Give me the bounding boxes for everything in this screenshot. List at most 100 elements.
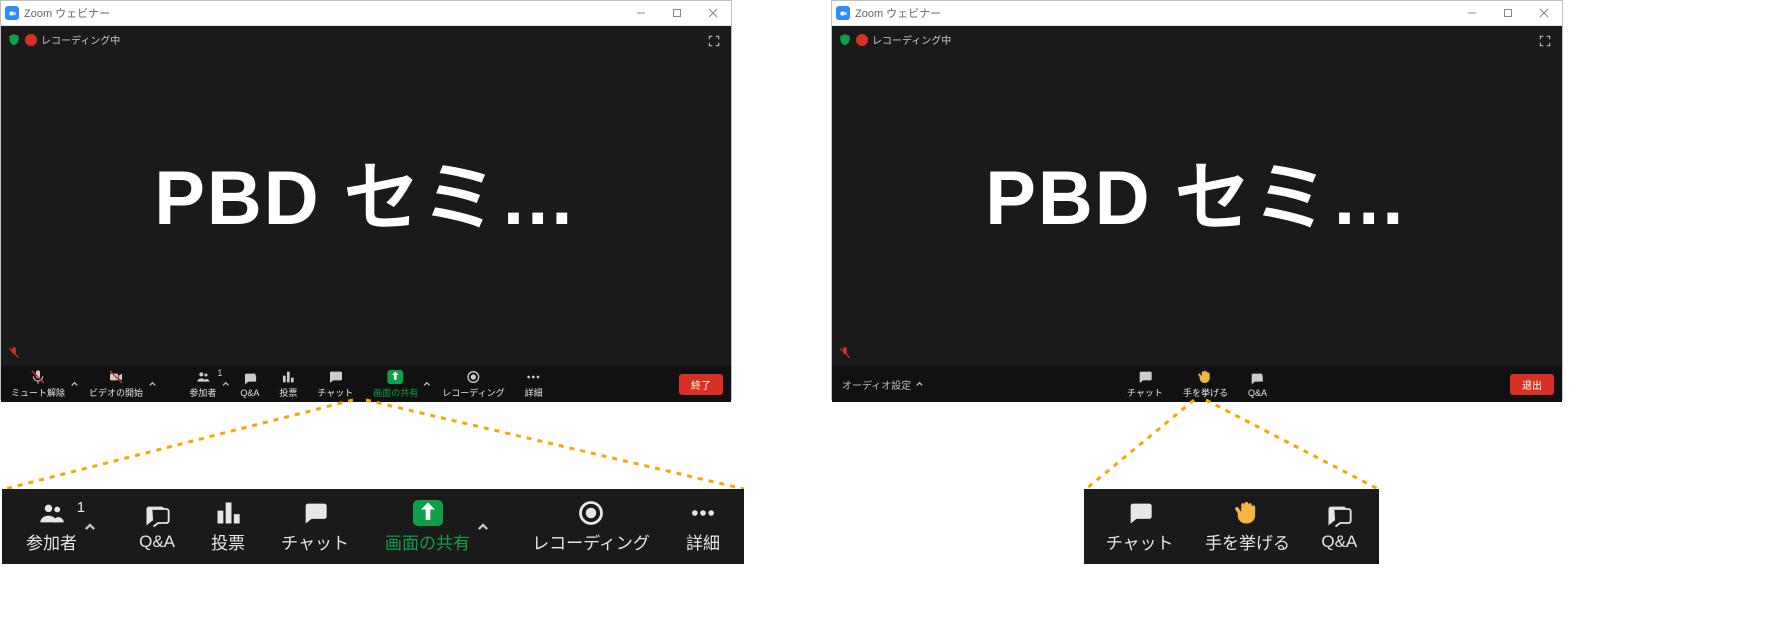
chat-label: チャット (317, 386, 353, 399)
participants-label: 参加者 (189, 388, 216, 398)
window-minimize-button[interactable] (1454, 1, 1490, 25)
raise-hand-icon (1197, 369, 1213, 385)
video-area: レコーディング中 PBD セミ… (832, 26, 1562, 366)
share-screen-icon (413, 499, 443, 527)
window-title: Zoom ウェビナー (855, 5, 941, 21)
chat-icon (300, 499, 330, 527)
share-screen-label: 画面の共有 (373, 386, 418, 399)
microphone-muted-icon (30, 369, 46, 385)
recording-label: レコーディング中 (41, 32, 120, 47)
speaker-name-label: PBD セミ… (832, 136, 1562, 246)
zoom-window-attendee: Zoom ウェビナー レコーディング中 PBD セミ… オーディオ設定 (831, 0, 1563, 400)
qa-label: Q&A (1248, 388, 1267, 398)
window-close-button[interactable] (695, 1, 731, 25)
audio-settings-button[interactable]: オーディオ設定 (832, 377, 934, 392)
chevron-up-icon (915, 380, 924, 389)
host-toolbar: ミュート解除 ビデオの開始 参加者 1 (1, 366, 731, 402)
participants-label: 参加者 (26, 529, 77, 554)
fullscreen-icon[interactable] (1538, 34, 1552, 53)
recording-status: レコーディング中 (7, 32, 120, 47)
qa-label: Q&A (1321, 532, 1357, 552)
qa-button[interactable]: Q&A (230, 371, 269, 398)
window-titlebar: Zoom ウェビナー (832, 1, 1562, 26)
muted-mic-icon (7, 346, 21, 360)
audio-settings-label: オーディオ設定 (842, 377, 911, 392)
record-button[interactable]: レコーディング (532, 499, 650, 554)
unmute-button[interactable]: ミュート解除 (1, 369, 75, 399)
participants-count: 1 (217, 368, 222, 378)
qa-icon (142, 502, 172, 530)
chat-label: チャット (281, 529, 349, 554)
record-button[interactable]: レコーディング (432, 369, 514, 399)
qa-button[interactable]: Q&A (1321, 502, 1357, 552)
window-minimize-button[interactable] (623, 1, 659, 25)
share-screen-button[interactable]: 画面の共有 (363, 369, 428, 399)
more-button[interactable]: 詳細 (515, 369, 553, 399)
unmute-label: ミュート解除 (11, 386, 65, 399)
share-screen-icon (388, 369, 404, 385)
window-maximize-button[interactable] (659, 1, 695, 25)
share-screen-label: 画面の共有 (385, 529, 470, 554)
poll-button[interactable]: 投票 (211, 499, 245, 554)
recording-status: レコーディング中 (838, 32, 951, 47)
qa-label: Q&A (139, 532, 175, 552)
participants-button[interactable]: 参加者 1 (179, 369, 226, 399)
video-area: レコーディング中 PBD セミ… (1, 26, 731, 366)
chat-label: チャット (1106, 529, 1174, 554)
end-meeting-label: 終了 (691, 381, 711, 392)
poll-label: 投票 (279, 386, 297, 399)
chat-button[interactable]: チャット (281, 499, 349, 554)
record-icon (576, 499, 606, 527)
chat-button[interactable]: チャット (1106, 499, 1174, 554)
window-maximize-button[interactable] (1490, 1, 1526, 25)
start-video-button[interactable]: ビデオの開始 (79, 369, 153, 399)
muted-mic-icon (838, 346, 852, 360)
recording-dot-icon (856, 34, 868, 46)
raise-hand-button[interactable]: 手を挙げる (1173, 369, 1238, 399)
encryption-shield-icon[interactable] (7, 33, 21, 47)
fullscreen-icon[interactable] (707, 34, 721, 53)
attendee-toolbar: オーディオ設定 チャット 手を挙げる Q&A (832, 366, 1562, 402)
zoom-logo-icon (5, 6, 19, 20)
record-label: レコーディング (442, 386, 504, 399)
record-label: レコーディング (532, 529, 650, 554)
window-close-button[interactable] (1526, 1, 1562, 25)
share-options-chevron-icon[interactable] (470, 520, 496, 534)
qa-label: Q&A (240, 388, 259, 398)
raise-hand-label: 手を挙げる (1183, 386, 1228, 399)
participants-chevron-icon[interactable] (77, 520, 103, 534)
qa-icon (242, 371, 258, 387)
raise-hand-button[interactable]: 手を挙げる (1205, 499, 1290, 554)
share-screen-button[interactable]: 画面の共有 (385, 499, 470, 554)
poll-icon (280, 369, 296, 385)
speaker-name-label: PBD セミ… (1, 136, 731, 246)
leave-meeting-button[interactable]: 退出 (1510, 374, 1554, 395)
window-titlebar: Zoom ウェビナー (1, 1, 731, 26)
raise-hand-label: 手を挙げる (1205, 529, 1290, 554)
zoom-logo-icon (836, 6, 850, 20)
participants-button[interactable]: 参加者 1 (26, 499, 77, 554)
chat-button[interactable]: チャット (1117, 369, 1173, 399)
chat-icon (1125, 499, 1155, 527)
record-icon (465, 369, 481, 385)
chat-button[interactable]: チャット (307, 369, 363, 399)
recording-label: レコーディング中 (872, 32, 951, 47)
more-icon (688, 499, 718, 527)
chat-icon (327, 369, 343, 385)
poll-button[interactable]: 投票 (269, 369, 307, 399)
qa-button[interactable]: Q&A (1238, 371, 1277, 398)
recording-dot-icon (25, 34, 37, 46)
window-title: Zoom ウェビナー (24, 5, 110, 21)
encryption-shield-icon[interactable] (838, 33, 852, 47)
end-meeting-button[interactable]: 終了 (679, 374, 723, 395)
more-label: 詳細 (686, 529, 720, 554)
more-label: 詳細 (525, 386, 543, 399)
chat-icon (1137, 369, 1153, 385)
poll-label: 投票 (211, 529, 245, 554)
attendee-toolbar-callout: チャット 手を挙げる Q&A (1084, 489, 1379, 564)
qa-button[interactable]: Q&A (139, 502, 175, 552)
chat-label: チャット (1127, 386, 1163, 399)
participants-icon (195, 369, 211, 385)
host-toolbar-callout: 参加者 1 Q&A 投票 チャット 画面の共有 (2, 489, 744, 564)
more-button[interactable]: 詳細 (686, 499, 720, 554)
